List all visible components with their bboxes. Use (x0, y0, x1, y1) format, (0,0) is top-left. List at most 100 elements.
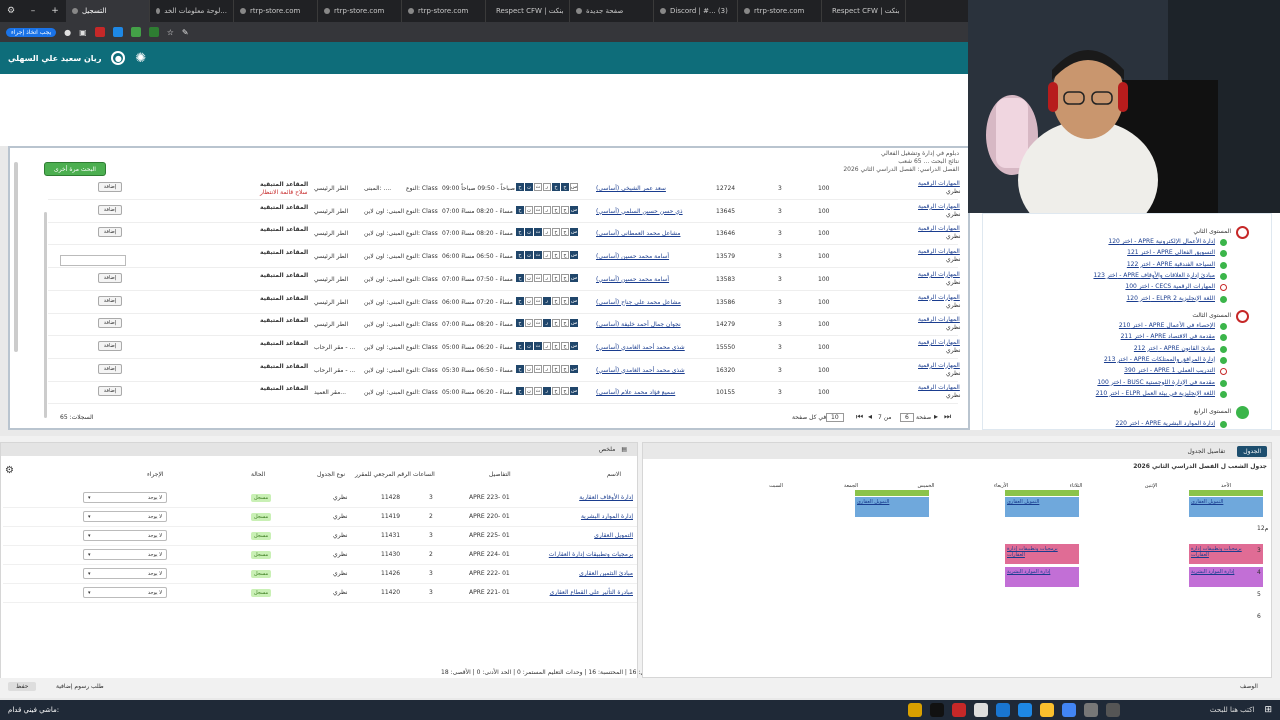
plan-course-link[interactable]: اختر 390 - APRE التدريب العملي 1 (1124, 367, 1215, 374)
summary-course-name[interactable]: التمويل العقاري (594, 532, 633, 539)
agree-checkbox-label[interactable]: طلب رسوم إضافية (56, 683, 104, 690)
action-select[interactable]: ▾ لا يوجد (83, 492, 167, 503)
page-number-input[interactable]: 6 (900, 413, 914, 422)
result-instructor[interactable]: شذى محمد أحمد الغامدي (أساسي) (596, 344, 685, 351)
extension-dark-green-icon[interactable] (148, 27, 159, 37)
result-subject[interactable]: المهارات الرقمية (918, 203, 960, 210)
last-page-icon[interactable]: ⏭ (944, 412, 951, 422)
calendar-class-block[interactable]: التمويل العقاري (1005, 497, 1079, 517)
calendar-class-block[interactable]: برمجيات وتطبيقات إدارة العقارات (1189, 544, 1263, 564)
browser-tab[interactable]: صفحة جديدة (570, 0, 654, 22)
result-instructor[interactable]: نجوان جمال أحمد خليفة (أساسي) (596, 321, 681, 328)
browser-tab[interactable]: rtrp-store.com (318, 0, 402, 22)
browser-tab[interactable]: rtrp-store.com (234, 0, 318, 22)
calendar-class-block[interactable]: التمويل العقاري (855, 497, 929, 517)
summary-course-name[interactable]: برمجيات وتطبيقات إدارة العقارات (549, 551, 633, 558)
start-icon[interactable]: ⊞ (1264, 705, 1280, 715)
result-subject[interactable]: المهارات الرقمية (918, 384, 960, 391)
profile-icon[interactable]: ● (64, 28, 71, 37)
calendar-class-block[interactable]: إدارة الموارد البشرية (1189, 567, 1263, 587)
plan-course-link[interactable]: اختر 220 - APRE إدارة الموارد البشرية (1116, 420, 1215, 427)
extension-red-icon[interactable] (94, 27, 105, 37)
result-instructor[interactable]: سميع فؤاد محمد علام (أساسي) (596, 389, 675, 396)
result-subject[interactable]: المهارات الرقمية (918, 180, 960, 187)
result-instructor[interactable]: شذى محمد أحمد الغامدي (أساسي) (596, 367, 685, 374)
plan-course-link[interactable]: اختر 100 - BUSC مقدمة في الإدارة اللوجست… (1097, 379, 1215, 386)
result-subject[interactable]: المهارات الرقمية (918, 339, 960, 346)
taskbar-app-4-icon[interactable] (974, 703, 989, 717)
save-button[interactable]: حفظ (8, 682, 37, 691)
add-button[interactable]: إضافة (98, 295, 122, 306)
action-select[interactable]: ▾ لا يوجد (83, 530, 167, 541)
browser-tab[interactable]: لوحة معلومات الخد... (150, 0, 234, 22)
first-page-icon[interactable]: ⏮ (856, 412, 863, 422)
plan-course-link[interactable]: اختر 121 - APRE التسويق الفعالي (1127, 249, 1215, 256)
plan-course-link[interactable]: اختر 123 - APRE مبادئ إدارة العلاقات وال… (1093, 272, 1215, 279)
result-subject[interactable]: المهارات الرقمية (918, 294, 960, 301)
taskbar-app-5-icon[interactable] (996, 703, 1011, 717)
result-instructor[interactable]: ذي حسن حسين السلمي (أساسي) (596, 208, 683, 215)
calendar-class-block[interactable]: التمويل العقاري (1189, 497, 1263, 517)
taskbar-explorer-icon[interactable] (1040, 703, 1055, 717)
per-page-select[interactable]: 10 (826, 413, 844, 422)
plan-course-link[interactable]: اختر 120 - ELPR اللغة الإنجليزية 2 (1126, 295, 1215, 302)
add-button[interactable]: إضافة (98, 227, 122, 238)
action-select[interactable]: ▾ لا يوجد (83, 549, 167, 560)
add-button[interactable]: إضافة (98, 272, 122, 283)
result-instructor[interactable]: أسامة محمد حسين (أساسي) (596, 253, 669, 260)
browser-tab[interactable]: rtrp-store.com (402, 0, 486, 22)
add-button[interactable]: إضافة (98, 204, 122, 215)
taskbar-app-1-icon[interactable] (908, 703, 923, 717)
minimize-icon[interactable]: – (22, 6, 44, 16)
browser-tab[interactable]: التسجيل (66, 0, 150, 22)
user-avatar-icon[interactable]: ● (111, 51, 126, 65)
taskbar-app-10-icon[interactable] (1106, 703, 1121, 717)
prev-page-icon[interactable]: ◂ (868, 412, 872, 421)
window-menu-icon[interactable]: ⚙ (0, 6, 22, 16)
result-instructor[interactable]: أسامة محمد حسين (أساسي) (596, 276, 669, 283)
taskbar-app-2-icon[interactable] (930, 703, 945, 717)
calendar-class-block[interactable]: برمجيات وتطبيقات إدارة العقارات (1005, 544, 1079, 564)
browser-tab[interactable]: Discord | #... (3) (654, 0, 738, 22)
browser-tab[interactable]: Respect CFW | بنكت (486, 0, 570, 22)
inner-scrollbar[interactable] (44, 212, 47, 418)
summary-course-name[interactable]: مبادئ التثمين العقاري (579, 570, 633, 577)
result-subject[interactable]: المهارات الرقمية (918, 271, 960, 278)
result-instructor[interactable]: مشاعل محمد العمطاني (أساسي) (596, 230, 680, 237)
result-subject[interactable]: المهارات الرقمية (918, 362, 960, 369)
browser-tab[interactable]: rtrp-store.com (738, 0, 822, 22)
result-subject[interactable]: المهارات الرقمية (918, 316, 960, 323)
tab-schedule[interactable]: الجدول (1237, 445, 1267, 457)
inline-input[interactable] (60, 255, 126, 266)
result-instructor[interactable]: سعد عمر الشيخي (أساسي) (596, 185, 666, 192)
summary-course-name[interactable]: مبادرة التأثير على القطاع العقاري (550, 589, 633, 596)
tab-schedule-details[interactable]: تفاصيل الجدول (1182, 446, 1232, 457)
settings-gear-icon[interactable]: ✺ (135, 51, 146, 66)
plan-course-link[interactable]: اختر 211 - APRE مقدمة في الاقتصاد (1121, 333, 1215, 340)
plan-course-link[interactable]: اختر 210 - ELPR اللغة الإنجليزية في بيئة… (1096, 390, 1215, 397)
calendar-class-block[interactable]: إدارة الموارد البشرية (1005, 567, 1079, 587)
add-button[interactable]: إضافة (98, 318, 122, 329)
taskbar-app-3-icon[interactable] (952, 703, 967, 717)
add-button[interactable]: إضافة (98, 363, 122, 374)
browser-tab[interactable]: Respect CFW | بنكت (822, 0, 906, 22)
taskbar-edge-icon[interactable] (1018, 703, 1033, 717)
plan-course-link[interactable]: اختر 213 - APRE إدارة المرافق والممتلكات (1104, 356, 1215, 363)
summary-settings-icon[interactable]: ⚙ (5, 465, 14, 476)
eyedropper-icon[interactable]: ✎ (182, 28, 189, 37)
add-button[interactable]: إضافة (98, 340, 122, 351)
plan-course-link[interactable]: اختر 120 - APRE إدارة الأعمال الإلكتروني… (1108, 238, 1215, 245)
extension-green-icon[interactable] (130, 27, 141, 37)
add-button[interactable]: إضافة (98, 386, 122, 397)
plan-course-link[interactable]: اختر 210 - APRE الإحصاء في الأعمال (1119, 322, 1215, 329)
taskbar-app-9-icon[interactable] (1084, 703, 1099, 717)
taskbar-chrome-icon[interactable] (1062, 703, 1077, 717)
action-select[interactable]: ▾ لا يوجد (83, 568, 167, 579)
result-subject[interactable]: المهارات الرقمية (918, 248, 960, 255)
summary-course-name[interactable]: إدارة الموارد البشرية (581, 513, 633, 520)
translate-pill[interactable]: يجب اتخاذ إجراء (6, 27, 57, 37)
new-tab-icon[interactable]: + (44, 6, 66, 16)
plan-course-link[interactable]: اختر 100 - CECS المهارات الرقمية (1125, 283, 1215, 290)
search-again-button[interactable]: البحث مرة أخرى (44, 162, 106, 176)
taskbar-search[interactable]: اكتب هنا للبحث (1124, 706, 1264, 714)
